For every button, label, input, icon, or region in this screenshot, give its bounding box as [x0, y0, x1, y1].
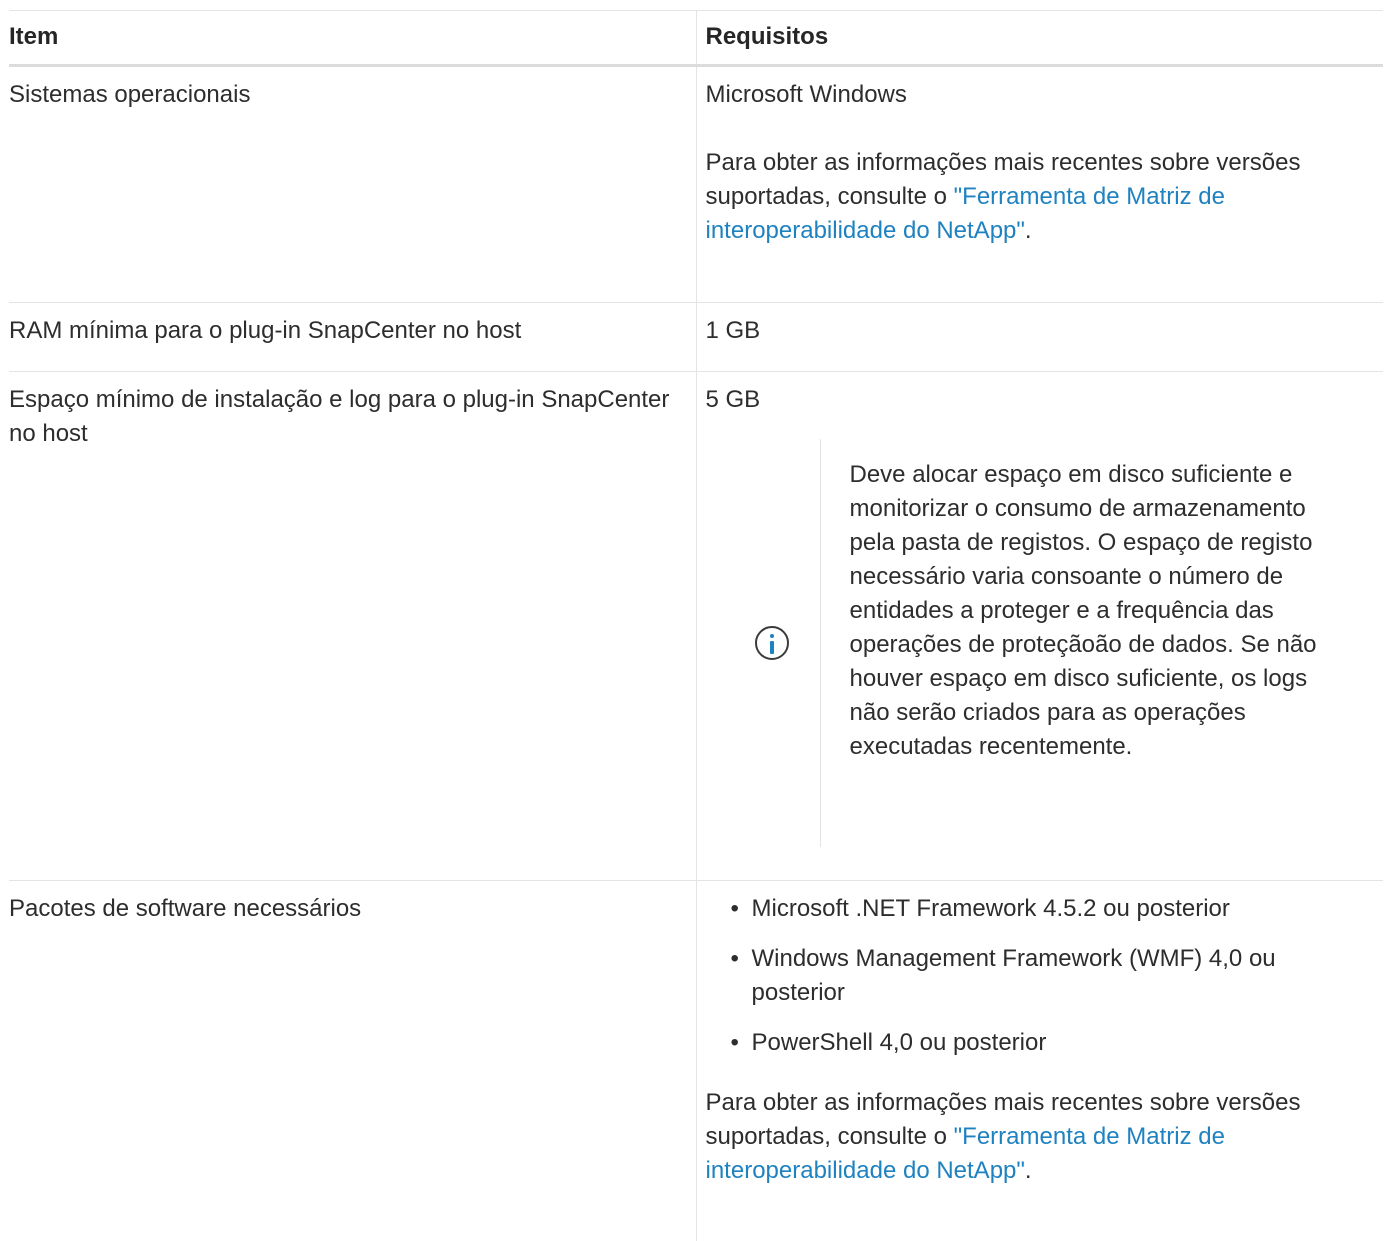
- list-item: • PowerShell 4,0 ou posterior: [706, 1026, 1374, 1060]
- requirements-table: Item Requisitos Sistemas operacionais Mi…: [9, 10, 1383, 1241]
- software-package-list: • Microsoft .NET Framework 4.5.2 ou poste…: [706, 892, 1374, 1060]
- table-row: Sistemas operacionais Microsoft Windows …: [9, 66, 1383, 303]
- header-item: Item: [9, 11, 696, 66]
- requirement-note-period: .: [1025, 1157, 1032, 1184]
- requirement-value: 1 GB: [706, 314, 1374, 348]
- admonition-note: Deve alocar espaço em disco suficiente e…: [724, 439, 1374, 847]
- requirement-value: 5 GB: [706, 383, 1374, 417]
- item-cell: Sistemas operacionais: [9, 66, 696, 303]
- requirements-cell: 5 GB Deve alocar espaço em disco suficie…: [696, 372, 1383, 881]
- info-icon: [755, 626, 789, 660]
- item-cell: Pacotes de software necessários: [9, 881, 696, 1241]
- list-item: • Windows Management Framework (WMF) 4,0 …: [706, 942, 1374, 1010]
- list-item: • Microsoft .NET Framework 4.5.2 ou poste…: [706, 892, 1374, 926]
- bullet-icon: •: [731, 892, 739, 926]
- item-cell: Espaço mínimo de instalação e log para o…: [9, 372, 696, 881]
- requirements-table-container: Item Requisitos Sistemas operacionais Mi…: [0, 0, 1385, 1226]
- item-label: Espaço mínimo de instalação e log para o…: [9, 386, 669, 447]
- item-cell: RAM mínima para o plug-in SnapCenter no …: [9, 303, 696, 372]
- table-header-row: Item Requisitos: [9, 11, 1383, 66]
- header-requirements-label: Requisitos: [706, 23, 829, 50]
- requirements-cell: • Microsoft .NET Framework 4.5.2 ou poste…: [696, 881, 1383, 1241]
- requirement-note-paragraph: Para obter as informações mais recentes …: [706, 1086, 1374, 1188]
- table-row: Espaço mínimo de instalação e log para o…: [9, 372, 1383, 881]
- requirements-cell: 1 GB: [696, 303, 1383, 372]
- table-row: RAM mínima para o plug-in SnapCenter no …: [9, 303, 1383, 372]
- bullet-icon: •: [731, 942, 739, 976]
- header-item-label: Item: [9, 23, 58, 50]
- item-label: Pacotes de software necessários: [9, 895, 361, 922]
- item-label: Sistemas operacionais: [9, 81, 250, 108]
- header-requirements: Requisitos: [696, 11, 1383, 66]
- requirement-value: Microsoft Windows: [706, 78, 1374, 112]
- list-item-text: Microsoft .NET Framework 4.5.2 ou poster…: [752, 895, 1230, 922]
- note-icon-column: [724, 439, 820, 847]
- table-row: Pacotes de software necessários • Microso…: [9, 881, 1383, 1241]
- list-item-text: Windows Management Framework (WMF) 4,0 o…: [752, 945, 1276, 1006]
- requirements-cell: Microsoft Windows Para obter as informaç…: [696, 66, 1383, 303]
- item-label: RAM mínima para o plug-in SnapCenter no …: [9, 317, 521, 344]
- requirement-note-paragraph: Para obter as informações mais recentes …: [706, 146, 1374, 248]
- note-text: Deve alocar espaço em disco suficiente e…: [821, 439, 1320, 847]
- list-item-text: PowerShell 4,0 ou posterior: [752, 1029, 1047, 1056]
- bullet-icon: •: [731, 1026, 739, 1060]
- requirement-note-period: .: [1025, 217, 1032, 244]
